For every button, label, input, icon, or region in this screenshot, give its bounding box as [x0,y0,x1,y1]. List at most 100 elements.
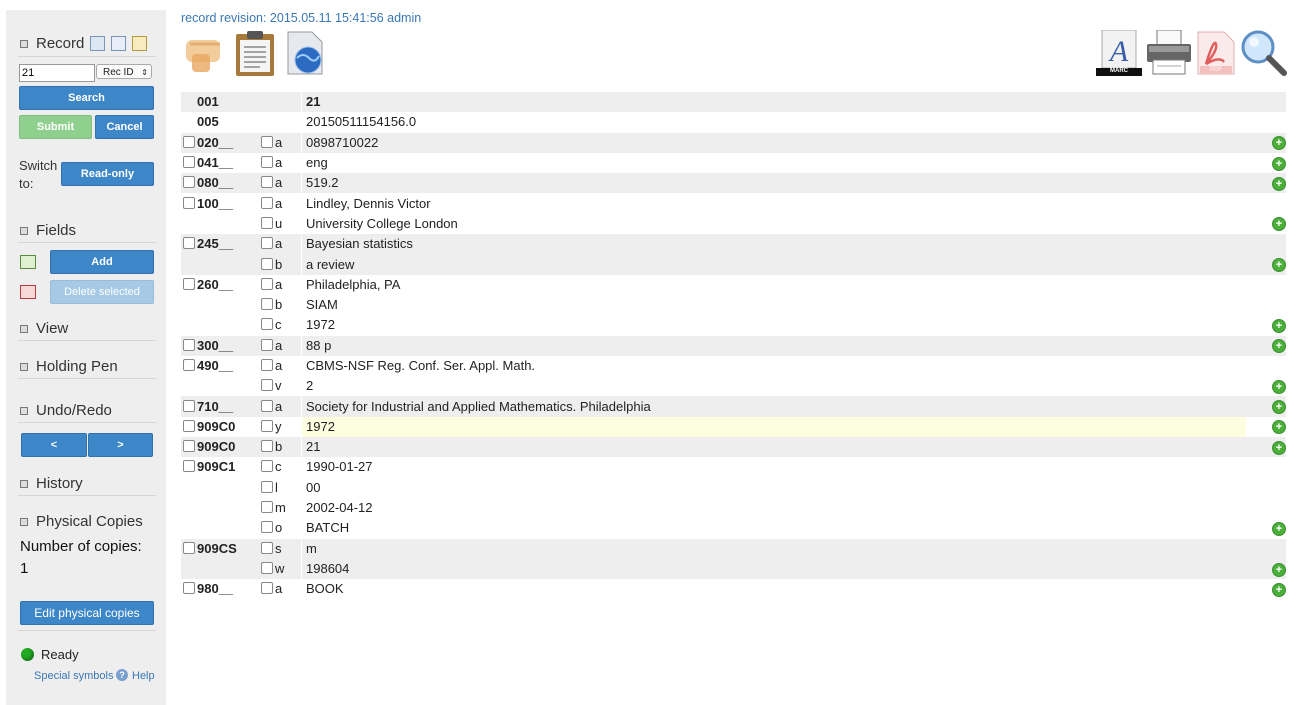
subfield-checkbox[interactable] [261,379,273,392]
subfield-value[interactable]: BOOK [301,579,1246,600]
record-section-header[interactable]: Record [20,35,148,52]
subfield-value[interactable]: Philadelphia, PA [301,274,1246,295]
field-checkbox[interactable] [183,237,195,250]
add-subfield-icon[interactable]: + [1272,217,1286,232]
subfield-value[interactable]: 20150511154156.0 [301,112,1246,133]
subfield-value[interactable]: 1990-01-27 [301,457,1246,478]
field-checkbox[interactable] [183,277,195,290]
add-subfield-icon[interactable]: + [1272,521,1286,536]
subfield-checkbox[interactable] [261,521,273,534]
subfield-value[interactable]: 2002-04-12 [301,497,1246,519]
subfield-value[interactable]: Society for Industrial and Applied Mathe… [301,396,1246,417]
edit-physical-copies-button[interactable]: Edit physical copies [20,601,154,625]
collapse-icon[interactable] [20,406,28,415]
subfield-value[interactable]: eng [301,152,1246,174]
subfield-checkbox[interactable] [261,216,273,229]
subfield-checkbox[interactable] [261,156,273,169]
subfield-value[interactable]: Bayesian statistics [301,234,1246,255]
subfield-checkbox[interactable] [261,501,273,514]
field-checkbox[interactable] [183,460,195,473]
collapse-icon[interactable] [20,226,28,235]
field-checkbox[interactable] [183,196,195,209]
marc-icon[interactable]: A MARC [1096,29,1142,76]
collapse-icon[interactable] [20,362,28,371]
subfield-checkbox[interactable] [261,561,273,574]
collapse-icon[interactable] [20,324,28,333]
add-subfield-icon[interactable]: + [1272,440,1286,455]
copy-icon[interactable] [111,36,127,51]
subfield-value[interactable]: 519.2 [301,173,1246,194]
add-subfield-icon[interactable]: + [1272,318,1286,333]
field-checkbox[interactable] [183,359,195,371]
collapse-icon[interactable] [20,517,28,526]
magnifier-icon[interactable] [1240,30,1288,76]
add-subfield-icon[interactable]: + [1272,562,1286,577]
subfield-value[interactable]: 1972 [301,416,1246,438]
add-subfield-icon[interactable]: + [1272,258,1286,273]
printer-icon[interactable] [1145,29,1193,76]
subfield-checkbox[interactable] [261,359,273,371]
subfield-value[interactable]: 21 [301,437,1246,458]
subfield-checkbox[interactable] [261,318,273,331]
subfield-checkbox[interactable] [261,196,273,209]
subfield-value[interactable]: Lindley, Dennis Victor [301,193,1246,214]
add-subfield-icon[interactable]: + [1272,156,1286,171]
subfield-checkbox[interactable] [261,480,273,493]
subfield-checkbox[interactable] [261,440,273,453]
subfield-value[interactable]: 1972 [301,315,1246,336]
field-checkbox[interactable] [183,582,195,595]
field-checkbox[interactable] [183,440,195,453]
add-field-icon[interactable] [20,255,36,269]
undo-button[interactable]: < [21,433,87,457]
physical-copies-section-header[interactable]: Physical Copies [20,513,143,530]
subfield-value[interactable]: BATCH [301,518,1246,539]
add-subfield-icon[interactable]: + [1272,176,1286,191]
add-subfield-icon[interactable]: + [1272,379,1286,394]
add-subfield-icon[interactable]: + [1272,339,1286,354]
subfield-value[interactable]: University College London [301,213,1246,235]
field-checkbox[interactable] [183,156,195,169]
cancel-button[interactable]: Cancel [95,115,154,139]
delete-selected-button[interactable]: Delete selected [50,280,154,304]
add-subfield-icon[interactable]: + [1272,582,1286,597]
subfield-value[interactable]: CBMS-NSF Reg. Conf. Ser. Appl. Math. [301,355,1246,377]
special-symbols-link[interactable]: Special symbols [34,670,113,682]
subfield-value[interactable]: SIAM [301,294,1246,316]
record-type-select[interactable]: Rec ID ⇕ [96,64,152,79]
help-icon[interactable]: ? [116,669,128,681]
history-section-header[interactable]: History [20,475,83,492]
field-checkbox[interactable] [183,541,195,554]
subfield-checkbox[interactable] [261,237,273,250]
subfield-checkbox[interactable] [261,257,273,270]
clipboard-icon[interactable] [233,30,277,76]
subfield-checkbox[interactable] [261,460,273,473]
subfield-checkbox[interactable] [261,419,273,432]
subfield-checkbox[interactable] [261,338,273,351]
add-subfield-icon[interactable]: + [1272,400,1286,415]
add-subfield-icon[interactable]: + [1272,420,1286,435]
redo-button[interactable]: > [88,433,153,457]
subfield-checkbox[interactable] [261,541,273,554]
subfield-checkbox[interactable] [261,135,273,148]
undo-redo-section-header[interactable]: Undo/Redo [20,402,112,419]
field-checkbox[interactable] [183,419,195,432]
subfield-checkbox[interactable] [261,298,273,311]
subfield-checkbox[interactable] [261,277,273,290]
field-checkbox[interactable] [183,176,195,189]
record-id-input[interactable] [19,64,95,82]
add-subfield-icon[interactable]: + [1272,136,1286,151]
fields-section-header[interactable]: Fields [20,222,76,239]
subfield-checkbox[interactable] [261,399,273,412]
edit-icon[interactable] [132,36,148,51]
subfield-value[interactable]: 2 [301,376,1246,397]
subfield-value[interactable]: a review [301,254,1246,275]
submit-button[interactable]: Submit [19,115,92,139]
subfield-checkbox[interactable] [261,176,273,189]
subfield-checkbox[interactable] [261,582,273,595]
pdf-icon[interactable]: PDF [1196,30,1236,76]
help-link[interactable]: Help [132,670,155,682]
globe-document-icon[interactable] [284,30,328,76]
view-section-header[interactable]: View [20,320,68,337]
field-checkbox[interactable] [183,135,195,148]
subfield-value[interactable]: 21 [301,92,1246,113]
